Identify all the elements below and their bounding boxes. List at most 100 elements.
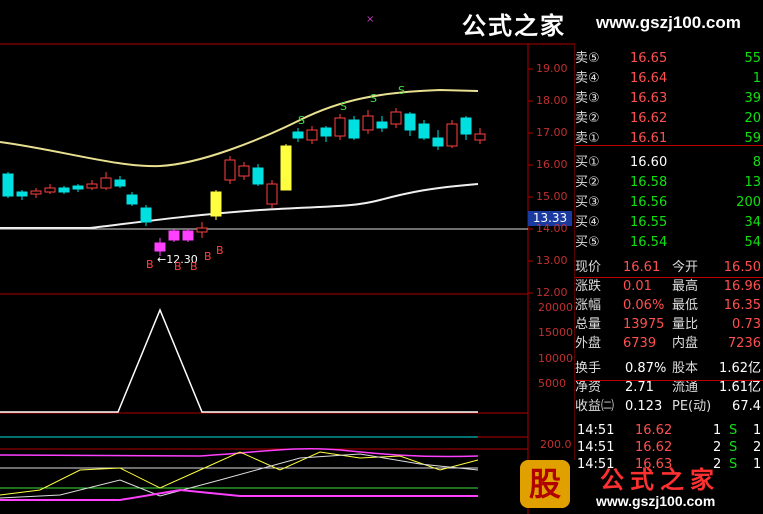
indicator-line-magenta2 — [0, 488, 478, 501]
bid-volume: 8 — [752, 155, 761, 170]
sell-marker: S — [370, 92, 377, 105]
candle-body — [182, 230, 194, 241]
fund-row: 收益㈡ 0.123 PE(动) 67.4 — [575, 397, 763, 416]
ask-volume: 1 — [752, 71, 761, 86]
bottom-brand: 股 公式之家 www.gszj100.com — [520, 460, 763, 514]
bid-volume: 13 — [744, 175, 761, 190]
candle-body — [334, 117, 346, 137]
lower-band-line — [0, 183, 479, 229]
bottom-brand-title: 公式之家 — [600, 465, 720, 494]
candle-body — [126, 194, 138, 205]
brand-url: www.gszj100.com — [596, 13, 741, 32]
candle-body — [140, 207, 152, 223]
bid-row: 买④ 16.55 34 — [575, 213, 763, 232]
ask-price: 16.65 — [630, 51, 668, 66]
candle-body — [362, 115, 374, 131]
bid-price: 16.54 — [630, 235, 668, 250]
price-axis-label: 16.00 — [536, 158, 568, 171]
ask-price: 16.62 — [630, 111, 668, 126]
bid-label: 买② — [575, 175, 600, 190]
volume-axis-label: 10000 — [538, 352, 573, 365]
quote-row: 涨跌 0.01 最高 16.96 — [575, 277, 763, 296]
volume-axis-label: 15000 — [538, 326, 573, 339]
quote-label: 涨幅 — [575, 298, 602, 313]
bid-row: 买② 16.58 13 — [575, 173, 763, 192]
candle-body — [196, 227, 208, 233]
quote-value: 13975 — [623, 317, 665, 332]
fund-value: 67.4 — [732, 399, 761, 414]
candle-body — [30, 190, 42, 195]
price-axis-label: 12.00 — [536, 286, 568, 299]
sell-marker: S — [298, 114, 305, 127]
fund-value: 1.62亿 — [719, 361, 761, 376]
fund-value: 0.87% — [625, 361, 667, 376]
ask-label: 卖④ — [575, 71, 600, 86]
price-axis-label: 18.00 — [536, 94, 568, 107]
candle-body — [2, 173, 14, 197]
volume-axis-label: 5000 — [538, 377, 566, 390]
quote-label: 内盘 — [672, 336, 699, 351]
bid-volume: 200 — [736, 195, 761, 210]
buy-marker: B — [146, 258, 154, 271]
price-axis-label: 13.00 — [536, 254, 568, 267]
fund-row: 换手 0.87% 股本 1.62亿 — [575, 359, 763, 378]
fund-value: 0.123 — [625, 399, 663, 414]
buy-marker: B — [190, 260, 198, 273]
candle-body — [16, 191, 28, 197]
ask-row: 卖⑤ 16.65 55 — [575, 49, 763, 68]
bid-label: 买③ — [575, 195, 600, 210]
bid-row: 买③ 16.56 200 — [575, 193, 763, 212]
sell-marker: S — [398, 84, 405, 97]
quote-value: 16.96 — [723, 279, 761, 294]
candle-body — [292, 131, 304, 139]
ask-volume: 39 — [744, 91, 761, 106]
quote-row: 外盘 6739 内盘 7236 — [575, 334, 763, 353]
bid-label: 买① — [575, 155, 600, 170]
brand-logo-icon: 股 — [520, 460, 570, 508]
ask-price: 16.63 — [630, 91, 668, 106]
fund-label: 收益㈡ — [575, 399, 615, 414]
candle-body — [390, 111, 402, 125]
candle-body — [72, 185, 84, 190]
volume-axis-label: 20000 — [538, 301, 573, 314]
candle-body — [460, 117, 472, 135]
candle-body — [348, 119, 360, 139]
quote-panel: 卖⑤ 16.65 55 卖④ 16.64 1 卖③ 16.63 39 卖② 16.62 20 卖① 16.… — [575, 44, 763, 514]
quote-divider — [575, 145, 763, 146]
candle-body — [210, 191, 222, 217]
quote-label: 今开 — [672, 260, 699, 275]
price-axis-label: 17.00 — [536, 126, 568, 139]
candle-body — [154, 242, 166, 252]
candle-body — [224, 159, 236, 181]
candle-body — [100, 177, 112, 189]
quote-value: 16.35 — [723, 298, 761, 313]
bid-price: 16.55 — [630, 215, 668, 230]
candle-body — [404, 113, 416, 131]
candle-body — [44, 187, 56, 193]
quote-row: 现价 16.61 今开 16.50 — [575, 258, 763, 277]
fund-label: 换手 — [575, 361, 602, 376]
candle-body — [432, 137, 444, 147]
candle-body — [320, 127, 332, 137]
quote-value: 0.06% — [623, 298, 665, 313]
kline-chart[interactable] — [0, 0, 575, 514]
buy-marker: B — [204, 250, 212, 263]
bid-volume: 34 — [744, 215, 761, 230]
bid-row: 买① 16.60 8 — [575, 153, 763, 172]
ask-volume: 20 — [744, 111, 761, 126]
fund-label: 股本 — [672, 361, 699, 376]
ask-row: 卖④ 16.64 1 — [575, 69, 763, 88]
bid-volume: 54 — [744, 235, 761, 250]
quote-label: 涨跌 — [575, 279, 602, 294]
candle-body — [418, 123, 430, 139]
candle-body — [238, 165, 250, 177]
quote-label: 现价 — [575, 260, 602, 275]
ask-label: 卖② — [575, 111, 600, 126]
candle-body — [376, 121, 388, 129]
indicator-line-white — [0, 453, 479, 499]
indicator-axis-label: 200.0 — [540, 438, 572, 451]
fund-label: PE(动) — [672, 399, 712, 414]
candle-body — [266, 183, 278, 205]
candle-body — [114, 179, 126, 187]
candle-body — [280, 145, 292, 191]
